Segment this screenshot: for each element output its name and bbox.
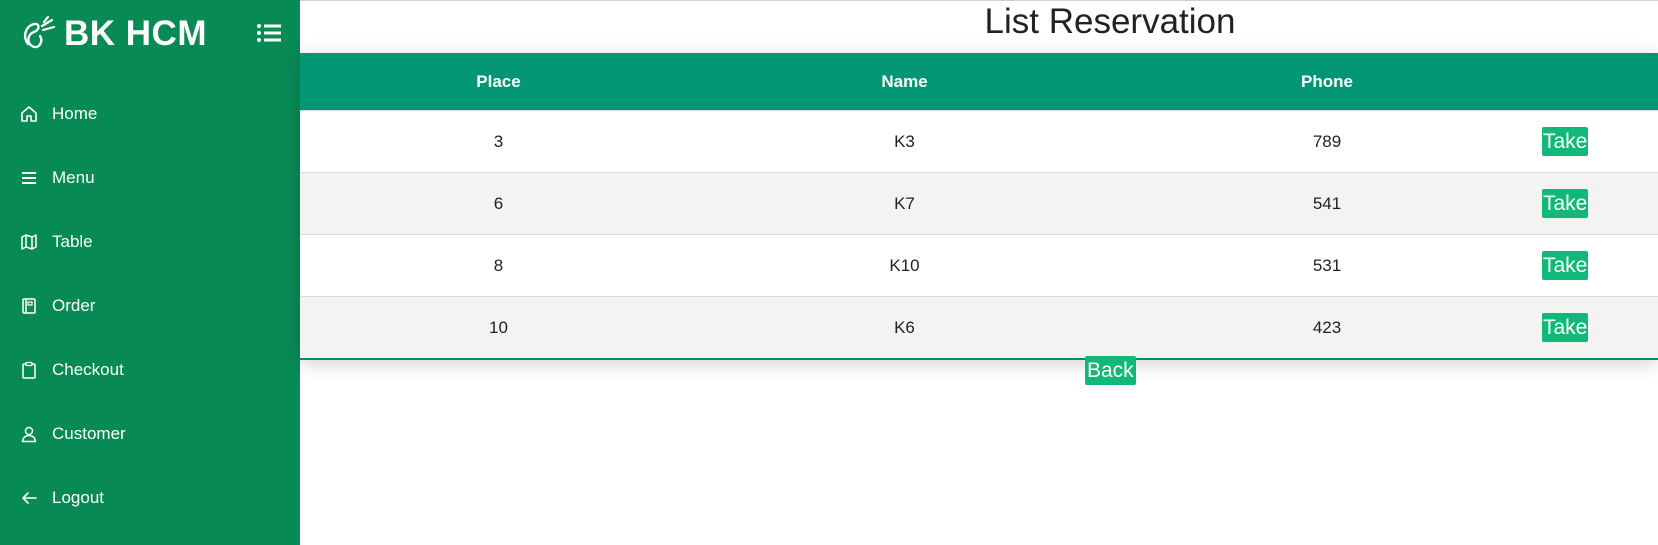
table-header: Place Name Phone [300, 53, 1658, 110]
sidebar-item-menu[interactable]: Menu [0, 146, 300, 210]
home-icon [21, 106, 37, 122]
menu-lines-icon [22, 172, 36, 184]
cell-phone: 423 [1312, 317, 1342, 337]
cell-name: K6 [894, 317, 915, 337]
brand[interactable]: BK HCM [18, 12, 207, 56]
brand-name: BK HCM [64, 14, 207, 53]
table-row: 8 K10 531 Take [300, 234, 1658, 296]
sidebar-item-label: Logout [52, 488, 104, 507]
column-header-place: Place [476, 71, 521, 91]
take-button[interactable]: Take [1542, 312, 1589, 342]
sidebar-item-checkout[interactable]: Checkout [0, 338, 300, 402]
cell-name: K7 [894, 193, 915, 213]
sidebar-item-label: Customer [52, 424, 126, 443]
take-button[interactable]: Take [1542, 250, 1589, 280]
take-button[interactable]: Take [1542, 126, 1589, 156]
column-header-phone: Phone [1301, 71, 1353, 91]
sidebar: BK HCM Home Menu Table Order Checkout Cu… [0, 0, 300, 545]
cell-phone: 789 [1312, 131, 1342, 151]
cell-place: 8 [493, 255, 504, 275]
user-icon [21, 426, 37, 443]
reservation-table: Place Name Phone 3 K3 789 Take 6 K7 541 … [300, 53, 1658, 360]
cell-place: 3 [493, 131, 504, 151]
cell-name: K3 [894, 131, 915, 151]
column-header-name: Name [881, 71, 928, 91]
sidebar-item-label: Checkout [52, 360, 124, 379]
cell-name: K10 [889, 255, 920, 275]
sidebar-item-label: Order [52, 296, 96, 315]
take-button[interactable]: Take [1542, 188, 1589, 218]
main-content: List Reservation Place Name Phone 3 K3 7… [300, 0, 1658, 545]
clipboard-icon [22, 361, 36, 379]
sidebar-item-label: Home [52, 104, 98, 123]
sidebar-nav: Home Menu Table Order Checkout Customer … [0, 82, 300, 530]
arrow-left-icon [22, 492, 37, 504]
sidebar-item-logout[interactable]: Logout [0, 466, 300, 530]
cell-phone: 531 [1312, 255, 1342, 275]
page-title: List Reservation [984, 2, 1236, 41]
cell-place: 6 [493, 193, 504, 213]
sidebar-item-customer[interactable]: Customer [0, 402, 300, 466]
sidebar-item-label: Table [52, 232, 93, 251]
cell-place: 10 [489, 317, 508, 337]
sidebar-item-home[interactable]: Home [0, 82, 300, 146]
cell-phone: 541 [1312, 193, 1342, 213]
list-menu-icon[interactable] [256, 22, 282, 44]
table-row: 10 K6 423 Take [300, 296, 1658, 358]
map-icon [21, 234, 37, 250]
table-row: 6 K7 541 Take [300, 172, 1658, 234]
table-row: 3 K3 789 Take [300, 110, 1658, 172]
sidebar-item-table[interactable]: Table [0, 210, 300, 274]
book-icon [22, 298, 36, 314]
sidebar-item-order[interactable]: Order [0, 274, 300, 338]
sidebar-item-label: Menu [52, 168, 95, 187]
back-button[interactable]: Back [1085, 356, 1136, 385]
utensils-logo-icon [23, 15, 56, 49]
